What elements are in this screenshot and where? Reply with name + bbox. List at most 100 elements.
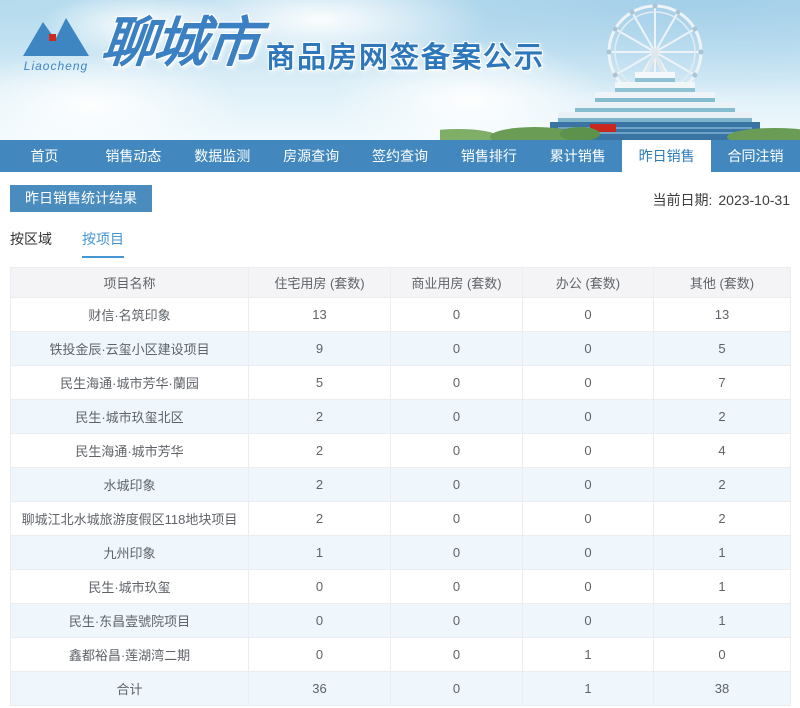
column-header: 项目名称 <box>10 267 249 298</box>
count-cell: 1 <box>522 637 654 672</box>
project-name-cell: 鑫都裕昌·莲湖湾二期 <box>10 637 249 672</box>
sales-statistics-table: 项目名称 住宅用房 (套数) 商业用房 (套数) 办公 (套数) 其他 (套数) 财信·… <box>10 267 791 706</box>
column-header: 住宅用房 (套数) <box>248 267 391 298</box>
table-total-row: 合计 36 0 1 38 <box>10 671 791 706</box>
count-cell: 1 <box>653 569 791 604</box>
project-name-cell: 民生海通·城市芳华 <box>10 433 249 468</box>
count-cell: 2 <box>653 467 791 502</box>
count-cell: 9 <box>248 331 391 366</box>
nav-item-cumulative-sales[interactable]: 累计销售 <box>533 140 622 172</box>
table-row: 水城印象 2 0 0 2 <box>10 467 791 502</box>
count-cell: 2 <box>248 433 391 468</box>
content-header: 昨日销售统计结果 当前日期: 2023-10-31 <box>10 185 790 212</box>
count-cell: 0 <box>522 365 654 400</box>
table-row: 民生海通·城市芳华·蘭园 5 0 0 7 <box>10 365 791 400</box>
table-row: 铁投金辰·云玺小区建设项目 9 0 0 5 <box>10 331 791 366</box>
nav-item-yesterday-sales[interactable]: 昨日销售 <box>622 140 712 172</box>
count-cell: 2 <box>248 399 391 434</box>
count-cell: 13 <box>248 297 391 332</box>
table-row: 民生·城市玖玺北区 2 0 0 2 <box>10 399 791 434</box>
count-cell: 5 <box>248 365 391 400</box>
current-date-label: 当前日期: <box>652 192 713 208</box>
count-cell: 0 <box>522 331 654 366</box>
count-cell: 0 <box>390 297 523 332</box>
table-row: 民生海通·城市芳华 2 0 0 4 <box>10 433 791 468</box>
count-cell: 1 <box>653 603 791 638</box>
table-row: 民生·城市玖玺 0 0 0 1 <box>10 569 791 604</box>
count-cell: 0 <box>390 467 523 502</box>
tab-by-region[interactable]: 按区域 <box>10 229 52 258</box>
project-name-cell: 民生·城市玖玺北区 <box>10 399 249 434</box>
banner-city-name: 聊城市 <box>98 13 262 73</box>
project-name-cell: 聊城江北水城旅游度假区118地块项目 <box>10 501 249 536</box>
table-row: 鑫都裕昌·莲湖湾二期 0 0 1 0 <box>10 637 791 672</box>
section-title-badge: 昨日销售统计结果 <box>10 185 152 212</box>
nav-item-home[interactable]: 首页 <box>0 140 89 172</box>
count-cell: 2 <box>248 467 391 502</box>
nav-item-data-monitoring[interactable]: 数据监测 <box>178 140 267 172</box>
count-cell: 0 <box>248 637 391 672</box>
count-cell: 0 <box>653 637 791 672</box>
count-cell: 36 <box>248 671 391 706</box>
count-cell: 2 <box>653 501 791 536</box>
table-row: 九州印象 1 0 0 1 <box>10 535 791 570</box>
site-banner: Liaocheng 聊城市 商品房网签备案公示 <box>0 0 800 140</box>
count-cell: 0 <box>390 331 523 366</box>
count-cell: 2 <box>653 399 791 434</box>
count-cell: 5 <box>653 331 791 366</box>
nav-item-sales-ranking[interactable]: 销售排行 <box>444 140 533 172</box>
view-tabs: 按区域 按项目 <box>10 229 790 258</box>
count-cell: 0 <box>248 569 391 604</box>
count-cell: 0 <box>390 365 523 400</box>
nav-item-contract-search[interactable]: 签约查询 <box>356 140 445 172</box>
count-cell: 0 <box>522 467 654 502</box>
count-cell: 0 <box>522 501 654 536</box>
table-row: 民生·东昌壹號院项目 0 0 0 1 <box>10 603 791 638</box>
count-cell: 0 <box>390 671 523 706</box>
count-cell: 0 <box>522 603 654 638</box>
count-cell: 1 <box>653 535 791 570</box>
current-date-value: 2023-10-31 <box>718 192 790 208</box>
count-cell: 4 <box>653 433 791 468</box>
project-name-cell: 铁投金辰·云玺小区建设项目 <box>10 331 249 366</box>
project-name-cell: 合计 <box>10 671 249 706</box>
tab-by-project[interactable]: 按项目 <box>82 229 124 258</box>
project-name-cell: 民生·东昌壹號院项目 <box>10 603 249 638</box>
count-cell: 1 <box>522 671 654 706</box>
table-row: 财信·名筑印象 13 0 0 13 <box>10 297 791 332</box>
count-cell: 0 <box>522 297 654 332</box>
count-cell: 0 <box>390 399 523 434</box>
column-header: 商业用房 (套数) <box>390 267 523 298</box>
count-cell: 0 <box>390 535 523 570</box>
logo-mountain-icon <box>23 18 89 56</box>
project-name-cell: 财信·名筑印象 <box>10 297 249 332</box>
count-cell: 0 <box>522 399 654 434</box>
table-body: 财信·名筑印象 13 0 0 13 铁投金辰·云玺小区建设项目 9 0 0 5 民生海通·城市芳华·… <box>10 297 791 706</box>
count-cell: 0 <box>390 501 523 536</box>
project-name-cell: 民生海通·城市芳华·蘭园 <box>10 365 249 400</box>
project-name-cell: 水城印象 <box>10 467 249 502</box>
nav-item-contract-cancellation[interactable]: 合同注销 <box>711 140 800 172</box>
count-cell: 0 <box>248 603 391 638</box>
nav-item-sales-dynamics[interactable]: 销售动态 <box>89 140 178 172</box>
project-name-cell: 九州印象 <box>10 535 249 570</box>
count-cell: 7 <box>653 365 791 400</box>
count-cell: 0 <box>390 637 523 672</box>
count-cell: 0 <box>522 433 654 468</box>
count-cell: 0 <box>390 603 523 638</box>
app-root: Liaocheng 聊城市 商品房网签备案公示 首页 销售动态 数据监测 房源查询 签约… <box>0 0 800 706</box>
current-date: 当前日期: 2023-10-31 <box>652 190 790 210</box>
table-head: 项目名称 住宅用房 (套数) 商业用房 (套数) 办公 (套数) 其他 (套数) <box>10 267 791 298</box>
table-header-row: 项目名称 住宅用房 (套数) 商业用房 (套数) 办公 (套数) 其他 (套数) <box>10 267 791 298</box>
table-row: 聊城江北水城旅游度假区118地块项目 2 0 0 2 <box>10 501 791 536</box>
banner-title: 商品房网签备案公示 <box>266 42 546 74</box>
nav-item-listing-search[interactable]: 房源查询 <box>267 140 356 172</box>
main-content: 昨日销售统计结果 当前日期: 2023-10-31 按区域 按项目 项目名称 住宅用房… <box>0 172 800 706</box>
site-brand: Liaocheng 聊城市 商品房网签备案公示 <box>0 0 800 76</box>
column-header: 办公 (套数) <box>522 267 654 298</box>
logo-subtext: Liaocheng <box>23 59 89 73</box>
count-cell: 13 <box>653 297 791 332</box>
count-cell: 2 <box>248 501 391 536</box>
count-cell: 0 <box>522 569 654 604</box>
count-cell: 0 <box>390 569 523 604</box>
